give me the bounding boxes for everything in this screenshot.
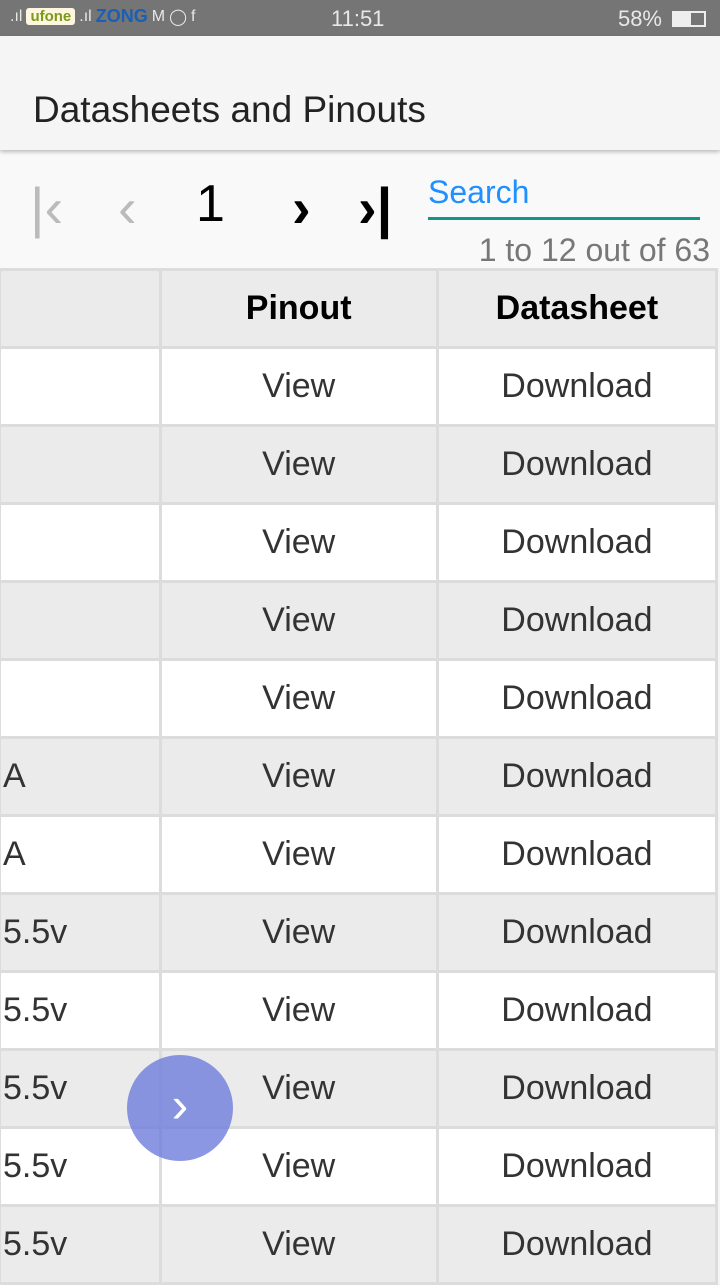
app-bar: Datasheets and Pinouts [0, 36, 720, 150]
table-row: 5.5v View Download [0, 1048, 719, 1129]
download-datasheet-link[interactable]: Download [435, 580, 719, 661]
next-page-icon[interactable]: › [292, 180, 311, 236]
name-cell: 5.5v [0, 892, 162, 973]
name-cell: 5.5v [0, 1126, 162, 1207]
whatsapp-icon: ◯ [169, 8, 187, 26]
prev-page-icon[interactable]: ‹ [118, 180, 137, 236]
download-datasheet-link[interactable]: Download [435, 892, 719, 973]
table-row: A View Download [0, 814, 719, 895]
column-header-name [0, 268, 162, 349]
view-pinout-link[interactable]: View [158, 502, 439, 583]
download-datasheet-link[interactable]: Download [435, 1126, 719, 1207]
download-datasheet-link[interactable]: Download [435, 502, 719, 583]
view-pinout-link[interactable]: View [158, 892, 439, 973]
download-datasheet-link[interactable]: Download [435, 346, 719, 427]
table-row: 5.5v View Download [0, 892, 719, 973]
name-cell [0, 502, 162, 583]
battery-percent: 58% [617, 6, 662, 31]
download-datasheet-link[interactable]: Download [435, 736, 719, 817]
result-count: 1 to 12 out of 63 [478, 232, 710, 268]
table-row: A View Download [0, 736, 719, 817]
view-pinout-link[interactable]: View [158, 658, 439, 739]
view-pinout-link[interactable]: View [158, 346, 439, 427]
view-pinout-link[interactable]: View [158, 1204, 439, 1285]
page-number: 1 [196, 175, 225, 233]
name-cell: A [0, 736, 162, 817]
carrier-ufone: ufone [26, 8, 76, 25]
view-pinout-link[interactable]: View [158, 424, 439, 505]
battery-icon [672, 11, 706, 27]
name-cell [0, 424, 162, 505]
download-datasheet-link[interactable]: Download [435, 970, 719, 1051]
view-pinout-link[interactable]: View [158, 970, 439, 1051]
table-row: View Download [0, 346, 719, 427]
table-row: View Download [0, 580, 719, 661]
name-cell: 5.5v [0, 970, 162, 1051]
download-datasheet-link[interactable]: Download [435, 658, 719, 739]
pagination-bar: |‹ ‹ 1 › ›| 1 to 12 out of 63 [0, 150, 720, 268]
table-header: Pinout Datasheet [0, 268, 719, 349]
facebook-icon: f [190, 7, 196, 25]
column-header-datasheet: Datasheet [435, 268, 719, 349]
page-title: Datasheets and Pinouts [33, 89, 426, 130]
table-row: 5.5v View Download [0, 1126, 719, 1207]
chevron-right-icon: › [171, 1077, 189, 1133]
column-header-pinout: Pinout [158, 268, 439, 349]
datasheet-table: Pinout Datasheet View Download View Downloa… [0, 268, 719, 1285]
table-row: 5.5v View Download [0, 1204, 719, 1285]
name-cell [0, 658, 162, 739]
view-pinout-link[interactable]: View [158, 736, 439, 817]
table-row: View Download [0, 658, 719, 739]
table-row: 5.5v View Download [0, 970, 719, 1051]
table-row: View Download [0, 502, 719, 583]
next-fab-button[interactable]: › [127, 1055, 233, 1161]
signal-icon: .ıl [10, 7, 23, 25]
table-row: View Download [0, 424, 719, 505]
status-bar: .ıl ufone .ıl ZONG M ◯ f 11:51 58% [0, 0, 720, 36]
name-cell: 5.5v [0, 1204, 162, 1285]
download-datasheet-link[interactable]: Download [435, 814, 719, 895]
carrier-zong: ZONG [95, 6, 148, 26]
signal-icon: .ıl [79, 7, 92, 25]
first-page-icon[interactable]: |‹ [30, 180, 63, 236]
download-datasheet-link[interactable]: Download [435, 1048, 719, 1129]
name-cell [0, 346, 162, 427]
view-pinout-link[interactable]: View [158, 814, 439, 895]
download-datasheet-link[interactable]: Download [435, 1204, 719, 1285]
last-page-icon[interactable]: ›| [358, 180, 392, 236]
search-input[interactable] [428, 174, 700, 220]
gmail-icon: M [151, 7, 166, 25]
view-pinout-link[interactable]: View [158, 580, 439, 661]
name-cell: A [0, 814, 162, 895]
download-datasheet-link[interactable]: Download [435, 424, 719, 505]
clock: 11:51 [331, 6, 385, 31]
name-cell [0, 580, 162, 661]
